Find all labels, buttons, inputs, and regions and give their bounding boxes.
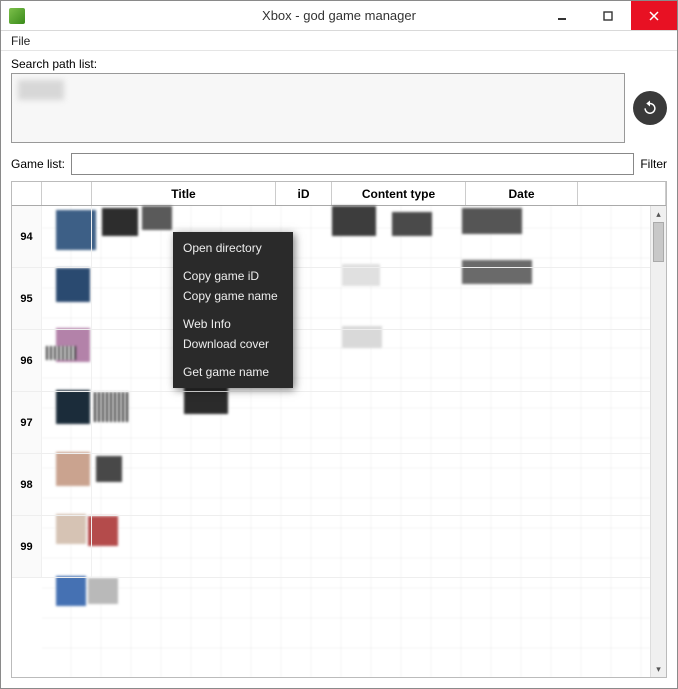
- filter-label: Filter: [640, 157, 667, 171]
- search-path-entry[interactable]: [18, 80, 64, 100]
- col-id[interactable]: iD: [276, 182, 332, 205]
- table-body: 94 95 96 97: [12, 206, 666, 578]
- titlebar: Xbox - god game manager: [1, 1, 677, 31]
- row-thumb: [42, 454, 92, 515]
- refresh-button[interactable]: [633, 91, 667, 125]
- table-row[interactable]: 97: [12, 392, 666, 454]
- window-buttons: [539, 1, 677, 30]
- game-table: Title iD Content type Date: [11, 181, 667, 678]
- ctx-open-directory[interactable]: Open directory: [173, 238, 293, 258]
- ctx-separator: [173, 306, 293, 314]
- gamelist-filter-row: Game list: Filter: [11, 153, 667, 175]
- table-row[interactable]: 98: [12, 454, 666, 516]
- scroll-up-icon[interactable]: ▴: [651, 206, 666, 222]
- search-path-row: [11, 73, 667, 143]
- table-row[interactable]: 99: [12, 516, 666, 578]
- content-area: Search path list: Game list: Filter Titl…: [1, 51, 677, 688]
- row-thumb: [42, 392, 92, 453]
- row-number: 97: [12, 392, 42, 453]
- scroll-track[interactable]: [651, 222, 666, 661]
- ctx-web-info[interactable]: Web Info: [173, 314, 293, 334]
- refresh-icon: [641, 99, 659, 117]
- col-thumb[interactable]: [42, 182, 92, 205]
- scroll-thumb[interactable]: [653, 222, 664, 262]
- row-thumb: [42, 330, 92, 391]
- gamelist-label: Game list:: [11, 157, 65, 171]
- minimize-button[interactable]: [539, 1, 585, 30]
- row-number: 98: [12, 454, 42, 515]
- ctx-copy-game-id[interactable]: Copy game iD: [173, 266, 293, 286]
- row-thumb: [42, 206, 92, 267]
- ctx-separator: [173, 258, 293, 266]
- maximize-icon: [603, 11, 613, 21]
- app-window: Xbox - god game manager File Search path…: [0, 0, 678, 689]
- scroll-down-icon[interactable]: ▾: [651, 661, 666, 677]
- col-title[interactable]: Title: [92, 182, 276, 205]
- table-row[interactable]: 95: [12, 268, 666, 330]
- ctx-separator: [173, 354, 293, 362]
- row-number: 95: [12, 268, 42, 329]
- ctx-copy-game-name[interactable]: Copy game name: [173, 286, 293, 306]
- row-thumb: [42, 268, 92, 329]
- col-content-type[interactable]: Content type: [332, 182, 466, 205]
- col-rownum[interactable]: [12, 182, 42, 205]
- context-menu: Open directory Copy game iD Copy game na…: [173, 232, 293, 388]
- menubar: File: [1, 31, 677, 51]
- gamelist-filter-input[interactable]: [71, 153, 634, 175]
- row-thumb: [42, 516, 92, 577]
- maximize-button[interactable]: [585, 1, 631, 30]
- table-row[interactable]: 96: [12, 330, 666, 392]
- app-icon: [9, 8, 25, 24]
- row-number: 94: [12, 206, 42, 267]
- row-rest: [92, 454, 666, 515]
- row-number: 99: [12, 516, 42, 577]
- row-number: 96: [12, 330, 42, 391]
- vertical-scrollbar[interactable]: ▴ ▾: [650, 206, 666, 677]
- window-title: Xbox - god game manager: [262, 8, 416, 23]
- search-path-label: Search path list:: [11, 57, 667, 71]
- ctx-download-cover[interactable]: Download cover: [173, 334, 293, 354]
- search-path-list[interactable]: [11, 73, 625, 143]
- row-rest: [92, 516, 666, 577]
- ctx-get-game-name[interactable]: Get game name: [173, 362, 293, 382]
- row-rest: [92, 392, 666, 453]
- table-header: Title iD Content type Date: [12, 182, 666, 206]
- table-row[interactable]: 94: [12, 206, 666, 268]
- close-button[interactable]: [631, 1, 677, 30]
- minimize-icon: [557, 11, 567, 21]
- menu-file[interactable]: File: [5, 32, 36, 50]
- col-extra[interactable]: [578, 182, 666, 205]
- col-date[interactable]: Date: [466, 182, 578, 205]
- close-icon: [649, 11, 659, 21]
